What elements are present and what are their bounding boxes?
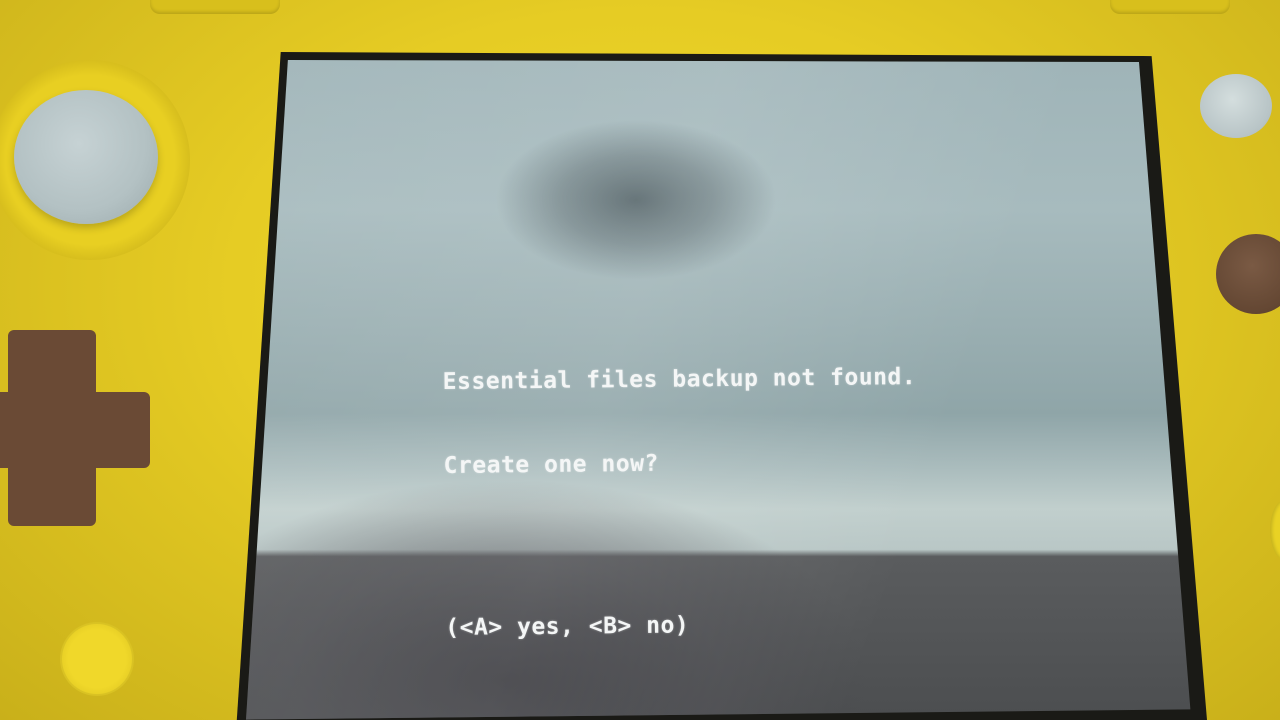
face-button-top[interactable] [1200, 74, 1272, 138]
message-line-2: Create one now? [443, 450, 659, 479]
top-hinge-left [150, 0, 280, 14]
analog-stick[interactable] [14, 90, 158, 224]
yes-no-prompt: (<A> yes, <B> no) [445, 612, 690, 641]
side-knob [1270, 500, 1280, 560]
message-line-1: Essential files backup not found. [442, 364, 917, 395]
face-button-right[interactable] [1216, 234, 1280, 314]
top-hinge-right [1110, 0, 1230, 14]
message-spacer [444, 531, 918, 558]
dpad-horizontal[interactable] [0, 392, 150, 468]
home-button[interactable] [60, 622, 134, 696]
backup-prompt-dialog: Essential files backup not found. Create… [442, 307, 919, 698]
handheld-console-photo: Essential files backup not found. Create… [0, 0, 1280, 720]
